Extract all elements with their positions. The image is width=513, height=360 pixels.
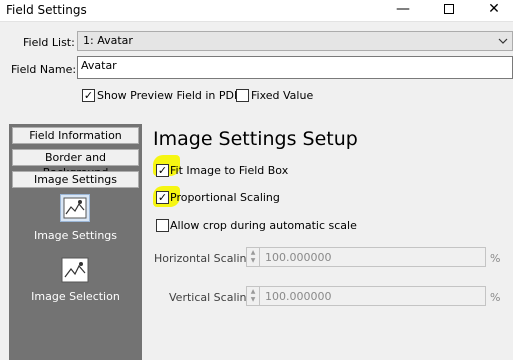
- chevron-down-icon: [498, 33, 508, 52]
- check-icon: ✓: [157, 164, 168, 177]
- proportional-scaling-label: Proportional Scaling: [170, 191, 280, 204]
- image-selection-icon[interactable]: [60, 256, 90, 284]
- spinner-arrows-icon[interactable]: ▲ ▼: [247, 248, 260, 266]
- spinner-arrows-icon[interactable]: ▲ ▼: [247, 287, 260, 305]
- horizontal-scaling-label: Horizontal Scaling:: [154, 252, 258, 265]
- fixed-value-label: Fixed Value: [251, 89, 314, 102]
- field-name-label: Field Name:: [11, 63, 77, 76]
- horizontal-scaling-value: 100.000000: [265, 251, 332, 264]
- vertical-scaling-value: 100.000000: [265, 290, 332, 303]
- allow-crop-checkbox[interactable]: [156, 219, 169, 232]
- vertical-scaling-spinner[interactable]: ▲ ▼ 100.000000: [246, 286, 486, 306]
- maximize-icon: [444, 4, 454, 14]
- proportional-scaling-checkbox[interactable]: ✓: [156, 191, 169, 204]
- vertical-scaling-label: Vertical Scaling:: [169, 291, 258, 304]
- field-list-value: 1: Avatar: [83, 34, 133, 47]
- close-icon: ✕: [488, 1, 500, 17]
- fixed-value-checkbox[interactable]: [236, 89, 249, 102]
- horizontal-scaling-spinner[interactable]: ▲ ▼ 100.000000: [246, 247, 486, 267]
- allow-crop-label: Allow crop during automatic scale: [170, 219, 357, 232]
- sidebar: Field Information Border and Background …: [9, 124, 142, 360]
- field-list-label: Field List:: [23, 36, 75, 49]
- vertical-scaling-unit: %: [490, 291, 501, 304]
- horizontal-scaling-unit: %: [490, 252, 501, 265]
- panel-heading: Image Settings Setup: [153, 128, 358, 150]
- field-name-input-box[interactable]: [77, 56, 513, 79]
- check-icon: ✓: [157, 191, 168, 204]
- title-bar: Field Settings — ✕: [0, 0, 513, 22]
- field-information-tab[interactable]: Field Information: [12, 127, 139, 144]
- image-settings-icon[interactable]: [60, 194, 90, 222]
- field-list-select[interactable]: 1: Avatar: [77, 31, 513, 51]
- image-selection-nav-label[interactable]: Image Selection: [9, 290, 142, 303]
- minimize-icon: —: [396, 1, 410, 17]
- show-preview-checkbox[interactable]: ✓: [82, 89, 95, 102]
- minimize-button[interactable]: —: [381, 0, 425, 18]
- close-button[interactable]: ✕: [472, 0, 513, 18]
- fit-image-checkbox[interactable]: ✓: [156, 164, 169, 177]
- image-settings-tab[interactable]: Image Settings: [12, 171, 139, 188]
- check-icon: ✓: [83, 89, 94, 102]
- fit-image-label: Fit Image to Field Box: [170, 164, 289, 177]
- image-settings-nav-label[interactable]: Image Settings: [9, 229, 142, 242]
- border-and-background-tab[interactable]: Border and Background: [12, 149, 139, 179]
- field-name-input[interactable]: [78, 57, 512, 78]
- show-preview-label: Show Preview Field in PDF: [97, 89, 241, 102]
- maximize-button[interactable]: [427, 0, 471, 18]
- window-title: Field Settings: [6, 3, 87, 17]
